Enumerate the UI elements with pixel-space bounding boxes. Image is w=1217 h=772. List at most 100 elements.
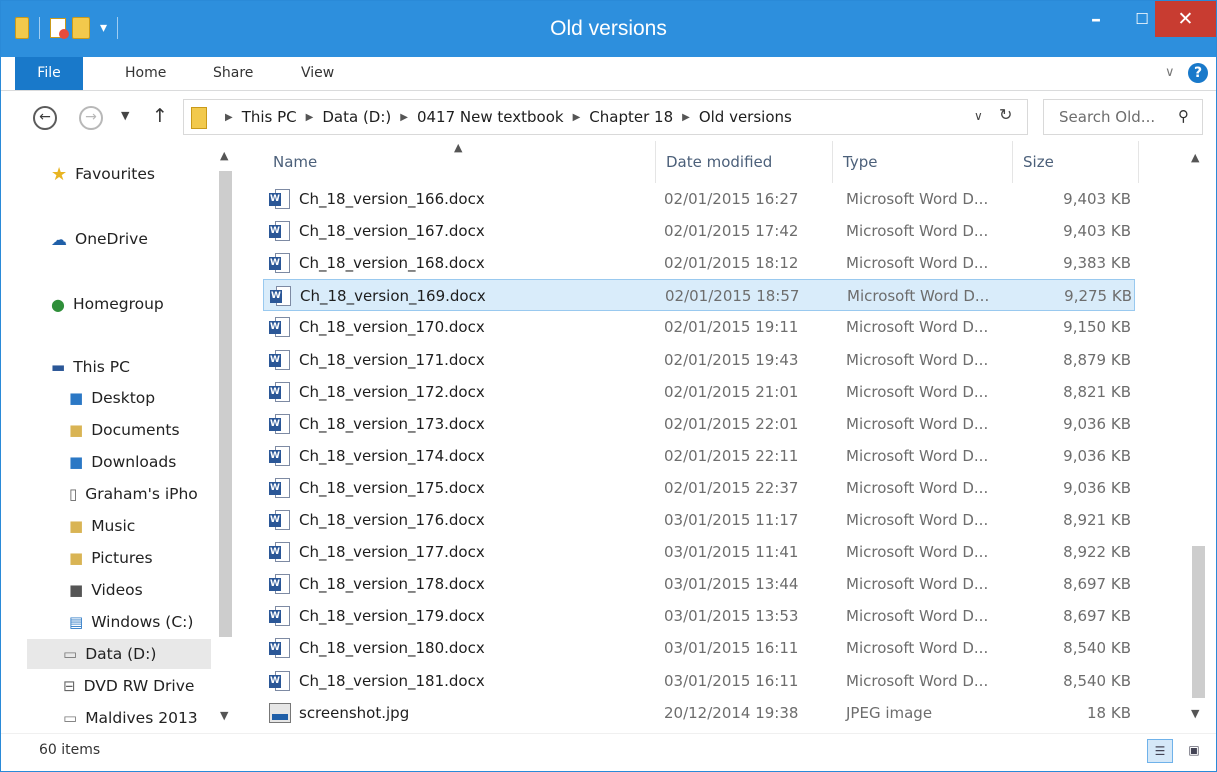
help-icon[interactable]: ? — [1188, 63, 1208, 83]
close-button[interactable]: ✕ — [1155, 1, 1216, 37]
file-type: Microsoft Word D... — [846, 511, 989, 529]
file-name-cell: W Ch_18_version_170.docx — [269, 311, 649, 343]
window-title: Old versions — [550, 17, 667, 40]
file-type: Microsoft Word D... — [846, 607, 989, 626]
recent-locations-icon[interactable]: ▼ — [121, 109, 129, 122]
column-header-date[interactable]: Date modified — [656, 141, 833, 183]
file-list-scrollbar[interactable]: ▲ ▼ — [1187, 141, 1211, 733]
column-header-size[interactable]: Size — [1013, 141, 1139, 183]
word-document-icon: W — [269, 509, 291, 531]
table-row[interactable]: W Ch_18_version_175.docx 02/01/2015 22:37 M… — [263, 472, 1135, 504]
up-button[interactable]: ↑ — [152, 105, 168, 127]
large-icons-view-icon[interactable]: ▣ — [1181, 739, 1207, 763]
table-row[interactable]: W Ch_18_version_177.docx 03/01/2015 11:41 M… — [263, 536, 1135, 568]
crumb-chapter[interactable]: Chapter 18 — [589, 108, 673, 126]
sidebar-item-label: Homegroup — [72, 295, 164, 313]
forward-button[interactable]: → — [79, 106, 103, 130]
chevron-right-icon[interactable]: ▶ — [682, 112, 690, 123]
table-row[interactable]: W Ch_18_version_168.docx 02/01/2015 18:12 M… — [263, 247, 1135, 279]
sidebar-item-this-pc[interactable]: ▬ This PC — [51, 352, 130, 382]
sidebar-item-pictures[interactable]: ■ Pictures — [69, 543, 153, 573]
table-row[interactable]: W Ch_18_version_173.docx 02/01/2015 22:01 M… — [263, 408, 1135, 440]
sidebar-item-dvd-drive[interactable]: ⊟ DVD RW Drive — [63, 671, 194, 701]
tab-share[interactable]: Share — [213, 57, 253, 90]
tab-file[interactable]: File — [15, 57, 83, 90]
sidebar-item-maldives[interactable]: ▭ Maldives 2013 — [63, 703, 198, 733]
crumb-data-drive[interactable]: Data (D:) — [322, 108, 391, 126]
sidebar-item-music[interactable]: ■ Music — [69, 511, 135, 541]
table-row[interactable]: W Ch_18_version_178.docx 03/01/2015 13:44 M… — [263, 568, 1135, 600]
sidebar-item-onedrive[interactable]: ☁ OneDrive — [51, 224, 148, 254]
chevron-right-icon[interactable]: ▶ — [400, 112, 408, 123]
table-row[interactable]: W Ch_18_version_166.docx 02/01/2015 16:27 M… — [263, 183, 1135, 215]
details-view-icon[interactable]: ☰ — [1147, 739, 1173, 763]
search-icon[interactable]: ⚲ — [1178, 107, 1189, 125]
sidebar-item-data-drive[interactable]: ▭ Data (D:) — [27, 639, 211, 669]
file-date: 03/01/2015 13:44 — [664, 575, 799, 594]
back-button[interactable]: ← — [33, 106, 57, 130]
table-row[interactable]: W Ch_18_version_176.docx 03/01/2015 11:17 M… — [263, 504, 1135, 536]
scroll-down-icon[interactable]: ▼ — [1191, 707, 1199, 720]
scroll-thumb[interactable] — [1192, 546, 1205, 698]
music-folder-icon: ■ — [69, 517, 84, 535]
scroll-up-icon[interactable]: ▲ — [220, 149, 228, 162]
table-row[interactable]: W Ch_18_version_181.docx 03/01/2015 16:11 M… — [263, 665, 1135, 697]
crumb-this-pc[interactable]: This PC — [242, 108, 297, 126]
address-history-icon[interactable]: ∨ — [974, 109, 983, 123]
tab-view[interactable]: View — [301, 57, 334, 90]
file-name-cell: W Ch_18_version_176.docx — [269, 504, 649, 536]
column-header-name[interactable]: Name — [263, 141, 656, 183]
table-row[interactable]: W Ch_18_version_180.docx 03/01/2015 16:11 M… — [263, 632, 1135, 664]
star-icon: ★ — [51, 163, 68, 185]
sidebar-item-downloads[interactable]: ■ Downloads — [69, 447, 176, 477]
sidebar-item-homegroup[interactable]: ● Homegroup — [51, 289, 164, 319]
cloud-icon: ☁ — [51, 229, 67, 249]
table-row[interactable]: W Ch_18_version_170.docx 02/01/2015 19:11 M… — [263, 311, 1135, 343]
chevron-right-icon[interactable]: ▶ — [306, 112, 314, 123]
table-row[interactable]: W Ch_18_version_179.docx 03/01/2015 13:53 M… — [263, 600, 1135, 632]
table-row[interactable]: W Ch_18_version_167.docx 02/01/2015 17:42 M… — [263, 215, 1135, 247]
address-bar[interactable]: ▶ This PC ▶ Data (D:) ▶ 0417 New textboo… — [183, 99, 1028, 135]
sidebar-item-videos[interactable]: ■ Videos — [69, 575, 143, 605]
word-document-icon: W — [269, 413, 291, 435]
table-row[interactable]: W Ch_18_version_172.docx 02/01/2015 21:01 M… — [263, 376, 1135, 408]
sidebar-item-iphone[interactable]: ▯ Graham's iPho — [69, 479, 198, 509]
file-name-cell: W Ch_18_version_180.docx — [269, 632, 649, 664]
sidebar-item-favourites[interactable]: ★ Favourites — [51, 159, 155, 189]
file-size: 9,150 KB — [1063, 318, 1131, 337]
sidebar-item-label: DVD RW Drive — [83, 677, 195, 695]
column-header-type[interactable]: Type — [833, 141, 1013, 183]
expand-ribbon-icon[interactable]: ∨ — [1165, 65, 1175, 80]
chevron-right-icon[interactable]: ▶ — [573, 112, 581, 123]
table-row[interactable]: W Ch_18_version_169.docx 02/01/2015 18:57 M… — [263, 279, 1135, 312]
file-date: 02/01/2015 19:43 — [664, 350, 799, 369]
table-row[interactable]: W Ch_18_version_171.docx 02/01/2015 19:43 M… — [263, 344, 1135, 376]
table-row[interactable]: W Ch_18_version_174.docx 02/01/2015 22:11 M… — [263, 440, 1135, 472]
refresh-icon[interactable]: ↻ — [999, 105, 1012, 124]
file-name: Ch_18_version_169.docx — [300, 287, 486, 306]
search-input[interactable]: Search Old... ⚲ — [1043, 99, 1203, 135]
scroll-up-icon[interactable]: ▲ — [1191, 151, 1199, 164]
item-count: 60 items — [39, 742, 101, 758]
file-date: 02/01/2015 16:27 — [664, 190, 799, 208]
file-type: Microsoft Word D... — [846, 318, 989, 337]
crumb-old-versions[interactable]: Old versions — [699, 108, 792, 126]
navigation-pane: ★ Favourites ☁ OneDrive ● Homegroup ▬ Th… — [1, 141, 243, 733]
table-row[interactable]: screenshot.jpg 20/12/2014 19:38 JPEG image… — [263, 697, 1135, 729]
sidebar-item-documents[interactable]: ■ Documents — [69, 415, 180, 445]
crumb-textbook[interactable]: 0417 New textbook — [417, 108, 564, 126]
scroll-down-icon[interactable]: ▼ — [220, 709, 228, 722]
scroll-thumb[interactable] — [219, 171, 232, 637]
tab-home[interactable]: Home — [125, 57, 166, 90]
file-name: Ch_18_version_176.docx — [299, 511, 485, 529]
sidebar-scrollbar[interactable]: ▲ ▼ — [214, 141, 238, 733]
file-size: 9,036 KB — [1063, 478, 1131, 497]
minimize-button[interactable]: – — [1073, 1, 1119, 37]
file-name: Ch_18_version_166.docx — [299, 190, 485, 208]
file-size: 8,922 KB — [1063, 543, 1131, 562]
sidebar-item-desktop[interactable]: ■ Desktop — [69, 383, 155, 413]
file-size: 18 KB — [1087, 703, 1131, 722]
chevron-right-icon[interactable]: ▶ — [225, 112, 233, 123]
folder-icon — [191, 107, 207, 129]
sidebar-item-windows-drive[interactable]: ▤ Windows (C:) — [69, 607, 193, 637]
